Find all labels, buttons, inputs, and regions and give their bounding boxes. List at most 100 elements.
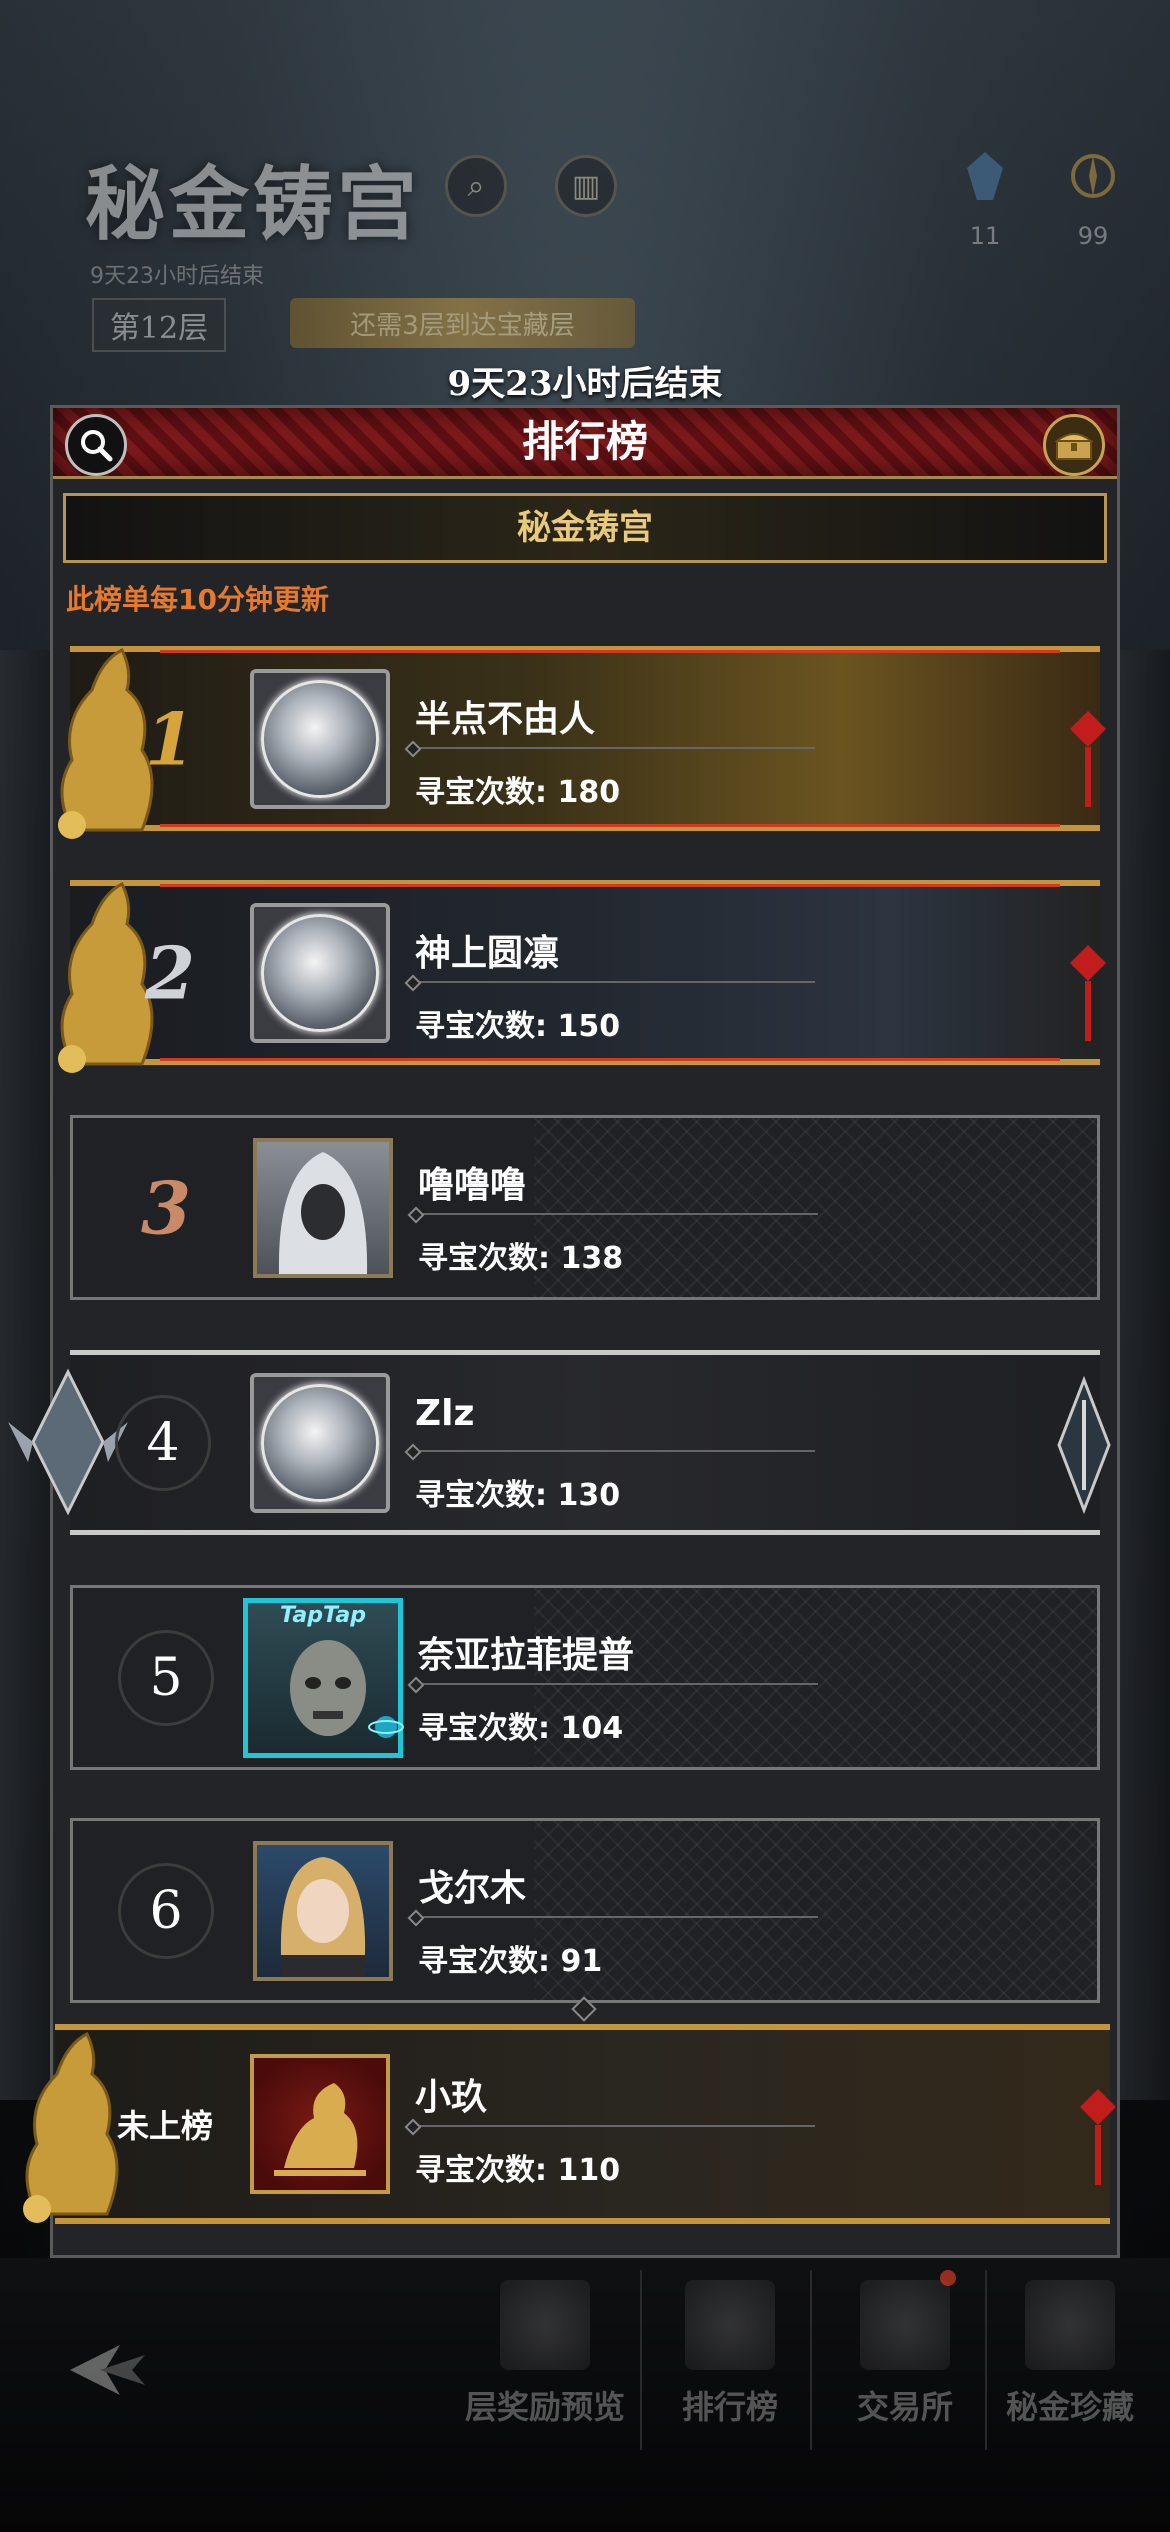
resource-2-count: 99 <box>1077 222 1109 250</box>
name-divider <box>415 747 815 749</box>
castle-emblem-icon <box>261 1383 379 1502</box>
rank-unlisted: 未上榜 <box>116 2107 213 2145</box>
treasure-count: 寻宝次数: 130 <box>415 1470 620 1514</box>
task-pill: 还需3层到达宝藏层 <box>290 298 635 348</box>
skull-face-icon <box>290 1639 366 1736</box>
treasure-chest-icon <box>1055 433 1093 460</box>
trophy-icon <box>685 2280 775 2370</box>
search-button[interactable] <box>65 414 127 476</box>
rank-number: 1 <box>145 696 196 781</box>
tab-label: 秘金铸宫 <box>517 508 653 548</box>
leaderboard-row-1[interactable]: 1 半点不由人 寻宝次数: 180 <box>58 646 1106 839</box>
count-label: 寻宝次数: <box>415 2153 547 2188</box>
rank-number: 3 <box>141 1165 192 1250</box>
nav-separator <box>640 2270 642 2450</box>
count-value: 91 <box>560 1944 603 1979</box>
count-value: 180 <box>557 775 621 810</box>
rank-number: 2 <box>145 930 196 1015</box>
statue-icon <box>1025 2280 1115 2370</box>
avatar-hooded-figure <box>253 1137 393 1278</box>
rank-number: 6 <box>118 1862 214 1959</box>
magnifier-icon <box>81 430 113 462</box>
chinese-knot-icon <box>1070 711 1106 807</box>
treasure-count: 寻宝次数: 150 <box>415 1001 620 1045</box>
avatar-blonde-girl <box>253 1840 393 1981</box>
leaderboard-row-6[interactable]: 6 戈尔木 寻宝次数: 91 <box>70 1818 1100 2003</box>
count-label: 寻宝次数: <box>415 1009 547 1044</box>
name-divider <box>418 1916 818 1918</box>
castle-emblem-icon <box>261 913 379 1032</box>
planet-icon <box>368 1715 404 1738</box>
treasure-count: 寻宝次数: 110 <box>415 2145 620 2189</box>
name-divider <box>418 1683 818 1685</box>
compass-icon <box>1071 154 1115 198</box>
leaderboard-row-4[interactable]: 4 Zlz 寻宝次数: 130 <box>8 1350 1111 1535</box>
map-title: 秘金铸宫 <box>85 157 421 251</box>
crystal-icon <box>967 152 1003 200</box>
leaderboard-row-3[interactable]: 3 噜噜噜 寻宝次数: 138 <box>70 1115 1100 1300</box>
leaderboard-row-5[interactable]: 5 TapTap 奈亚拉菲提普 寻宝次数: 104 <box>70 1585 1100 1770</box>
chinese-knot-icon <box>1080 2089 1116 2185</box>
my-rank-row[interactable]: 未上榜 小玖 寻宝次数: 110 <box>23 2024 1116 2224</box>
treasure-count: 寻宝次数: 138 <box>418 1233 623 1277</box>
castle-emblem-icon <box>261 679 379 798</box>
player-name: 半点不由人 <box>415 699 596 740</box>
row-pattern <box>533 1821 1097 2000</box>
name-divider <box>415 1450 815 1452</box>
name-divider <box>415 981 815 983</box>
nav-label: 层奖励预览 <box>464 2388 625 2426</box>
count-value: 110 <box>557 2153 621 2188</box>
resource-1-count: 11 <box>969 222 1001 250</box>
blonde-girl-icon <box>280 1856 366 1977</box>
count-value: 104 <box>560 1711 624 1746</box>
count-label: 寻宝次数: <box>415 775 547 810</box>
event-timer: 9天23小时后结束 <box>447 364 723 404</box>
notification-dot <box>940 2270 956 2286</box>
count-label: 寻宝次数: <box>418 1241 550 1276</box>
avatar-castle-emblem <box>250 902 390 1043</box>
nav-treasure-collection[interactable]: 秘金珍藏 <box>985 2280 1155 2428</box>
count-value: 138 <box>560 1241 624 1276</box>
count-label: 寻宝次数: <box>418 1711 550 1746</box>
rank-number: 5 <box>118 1629 214 1726</box>
hooded-figure-icon <box>278 1151 368 1274</box>
name-divider <box>418 1213 818 1215</box>
resource-2: 99 <box>1058 150 1128 250</box>
ends-in-small: 9天23小时后结束 <box>90 264 264 289</box>
treasure-count: 寻宝次数: 104 <box>418 1703 623 1747</box>
panel-title: 排行榜 <box>521 417 648 466</box>
avatar-castle-emblem <box>250 1372 390 1513</box>
game-header: 秘金铸宫 ⌕ ▥ 9天23小时后结束 第12层 还需3层到达宝藏层 11 99 <box>0 0 1170 360</box>
search-icon[interactable]: ⌕ <box>445 155 507 217</box>
leaderboard-row-2[interactable]: 2 神上圆凛 寻宝次数: 150 <box>58 880 1106 1073</box>
reward-chest-button[interactable] <box>1043 414 1105 476</box>
nav-leaderboard[interactable]: 排行榜 <box>645 2280 815 2428</box>
golden-horse-avatar-icon <box>274 2083 366 2176</box>
back-arrow-icon[interactable] <box>60 2335 150 2405</box>
tab-selected[interactable]: 秘金铸宫 <box>63 493 1107 563</box>
nav-floor-rewards[interactable]: 层奖励预览 <box>460 2280 630 2428</box>
treasure-count: 寻宝次数: 180 <box>415 767 620 811</box>
scale-icon <box>860 2280 950 2370</box>
book-icon[interactable]: ▥ <box>555 155 617 217</box>
taptap-frame-label: TapTap <box>280 1602 366 1628</box>
floor-badge: 第12层 <box>92 298 226 352</box>
nav-label: 交易所 <box>856 2388 953 2426</box>
row-divider <box>160 824 1060 827</box>
nav-label: 秘金珍藏 <box>1005 2388 1134 2426</box>
avatar-golden-horse <box>250 2054 390 2194</box>
player-name: Zlz <box>415 1393 475 1434</box>
count-label: 寻宝次数: <box>418 1944 550 1979</box>
nav-label: 排行榜 <box>681 2388 778 2426</box>
player-name: 神上圆凛 <box>415 933 560 974</box>
treasure-count: 寻宝次数: 91 <box>418 1936 602 1980</box>
name-divider <box>415 2125 815 2127</box>
nav-exchange[interactable]: 交易所 <box>820 2280 990 2428</box>
player-name: 戈尔木 <box>418 1868 527 1909</box>
count-value: 130 <box>557 1478 621 1513</box>
update-note: 此榜单每10分钟更新 <box>66 583 329 616</box>
count-value: 150 <box>557 1009 621 1044</box>
avatar-skull-face: TapTap <box>243 1597 404 1758</box>
player-name: 噜噜噜 <box>418 1165 527 1206</box>
sword-crest-icon <box>1057 1375 1111 1515</box>
